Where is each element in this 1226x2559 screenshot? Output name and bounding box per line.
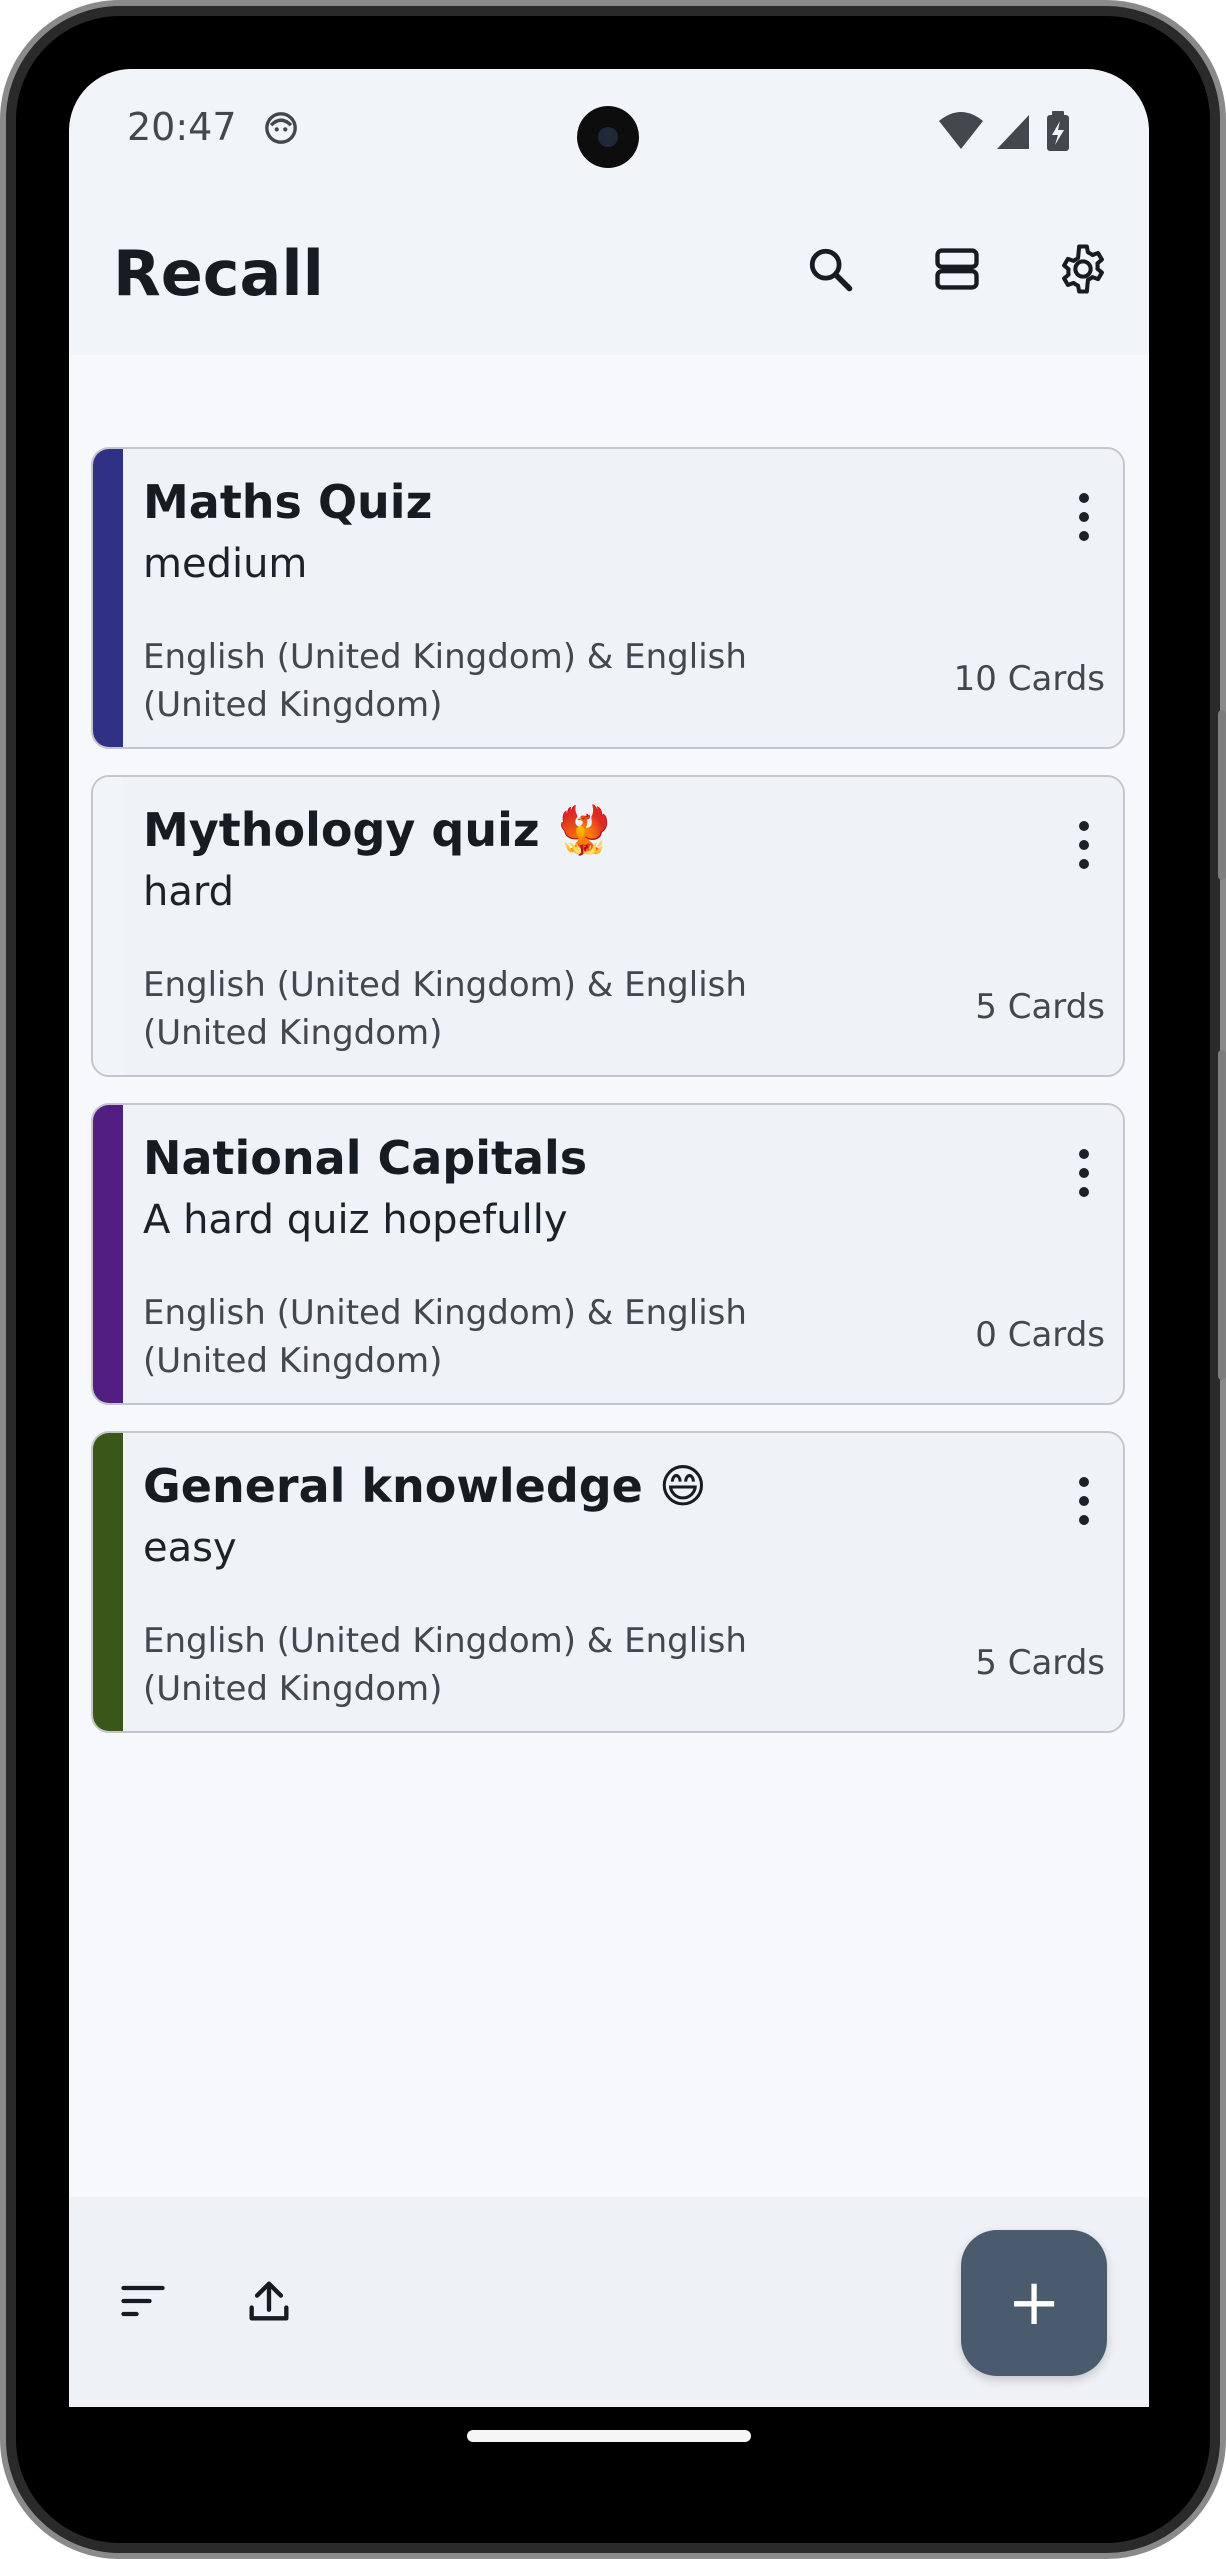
- deck-subtitle: medium: [143, 541, 308, 587]
- deck-card[interactable]: Maths Quiz medium English (United Kingdo…: [91, 447, 1125, 749]
- more-vert-icon[interactable]: [1059, 1133, 1109, 1213]
- sort-icon: [121, 2285, 165, 2317]
- deck-subtitle: easy: [143, 1525, 237, 1571]
- deck-color-stripe: [93, 1105, 123, 1403]
- power-button: [1218, 710, 1226, 880]
- deck-card[interactable]: General knowledge 😄 easy English (United…: [91, 1431, 1125, 1733]
- upload-icon: [249, 2281, 289, 2321]
- deck-color-stripe: [93, 449, 123, 747]
- deck-card-count: 5 Cards: [975, 987, 1105, 1027]
- upload-button[interactable]: [229, 2261, 309, 2341]
- plus-icon: +: [1007, 2266, 1061, 2340]
- notification-icon: [265, 112, 297, 144]
- status-icons: [939, 111, 1069, 151]
- deck-color-stripe: [93, 1433, 123, 1731]
- deck-languages: English (United Kingdom) & English (Unit…: [143, 1621, 747, 1709]
- deck-title: Maths Quiz: [143, 475, 433, 529]
- search-icon: [809, 248, 853, 292]
- status-bar: 20:47: [69, 69, 1149, 189]
- deck-languages: English (United Kingdom) & English (Unit…: [143, 1293, 747, 1381]
- more-vert-icon[interactable]: [1059, 805, 1109, 885]
- deck-title: General knowledge 😄: [143, 1459, 707, 1513]
- settings-button[interactable]: [1043, 229, 1123, 309]
- search-button[interactable]: [790, 229, 870, 309]
- view-agenda-icon: [935, 248, 979, 290]
- deck-list: Maths Quiz medium English (United Kingdo…: [69, 355, 1149, 2197]
- deck-subtitle: hard: [143, 869, 234, 915]
- status-time: 20:47: [127, 105, 237, 149]
- signal-icon: [997, 115, 1029, 149]
- sort-button[interactable]: [103, 2261, 183, 2341]
- deck-card[interactable]: Mythology quiz 🐦‍🔥 hard English (United …: [91, 775, 1125, 1077]
- gesture-nav-handle[interactable]: [467, 2430, 751, 2442]
- page-title: Recall: [113, 237, 324, 310]
- more-vert-icon[interactable]: [1059, 1461, 1109, 1541]
- battery-icon: [1047, 111, 1069, 151]
- deck-card[interactable]: National Capitals A hard quiz hopefully …: [91, 1103, 1125, 1405]
- deck-card-count: 5 Cards: [975, 1643, 1105, 1683]
- volume-button: [1218, 1050, 1226, 1380]
- more-vert-icon[interactable]: [1059, 477, 1109, 557]
- gear-icon: [1062, 244, 1104, 294]
- view-toggle-button[interactable]: [917, 229, 997, 309]
- deck-card-count: 10 Cards: [953, 659, 1105, 699]
- add-deck-button[interactable]: +: [961, 2230, 1107, 2376]
- deck-subtitle: A hard quiz hopefully: [143, 1197, 568, 1243]
- deck-color-stripe: [93, 777, 123, 1075]
- front-camera: [577, 106, 639, 168]
- deck-card-count: 0 Cards: [975, 1315, 1105, 1355]
- wifi-icon: [939, 112, 983, 149]
- deck-languages: English (United Kingdom) & English (Unit…: [143, 965, 747, 1053]
- deck-title: National Capitals: [143, 1131, 588, 1185]
- deck-title: Mythology quiz 🐦‍🔥: [143, 803, 613, 857]
- screen: 20:47 Recall Maths Quiz medium English (…: [69, 69, 1149, 2407]
- deck-languages: English (United Kingdom) & English (Unit…: [143, 637, 747, 725]
